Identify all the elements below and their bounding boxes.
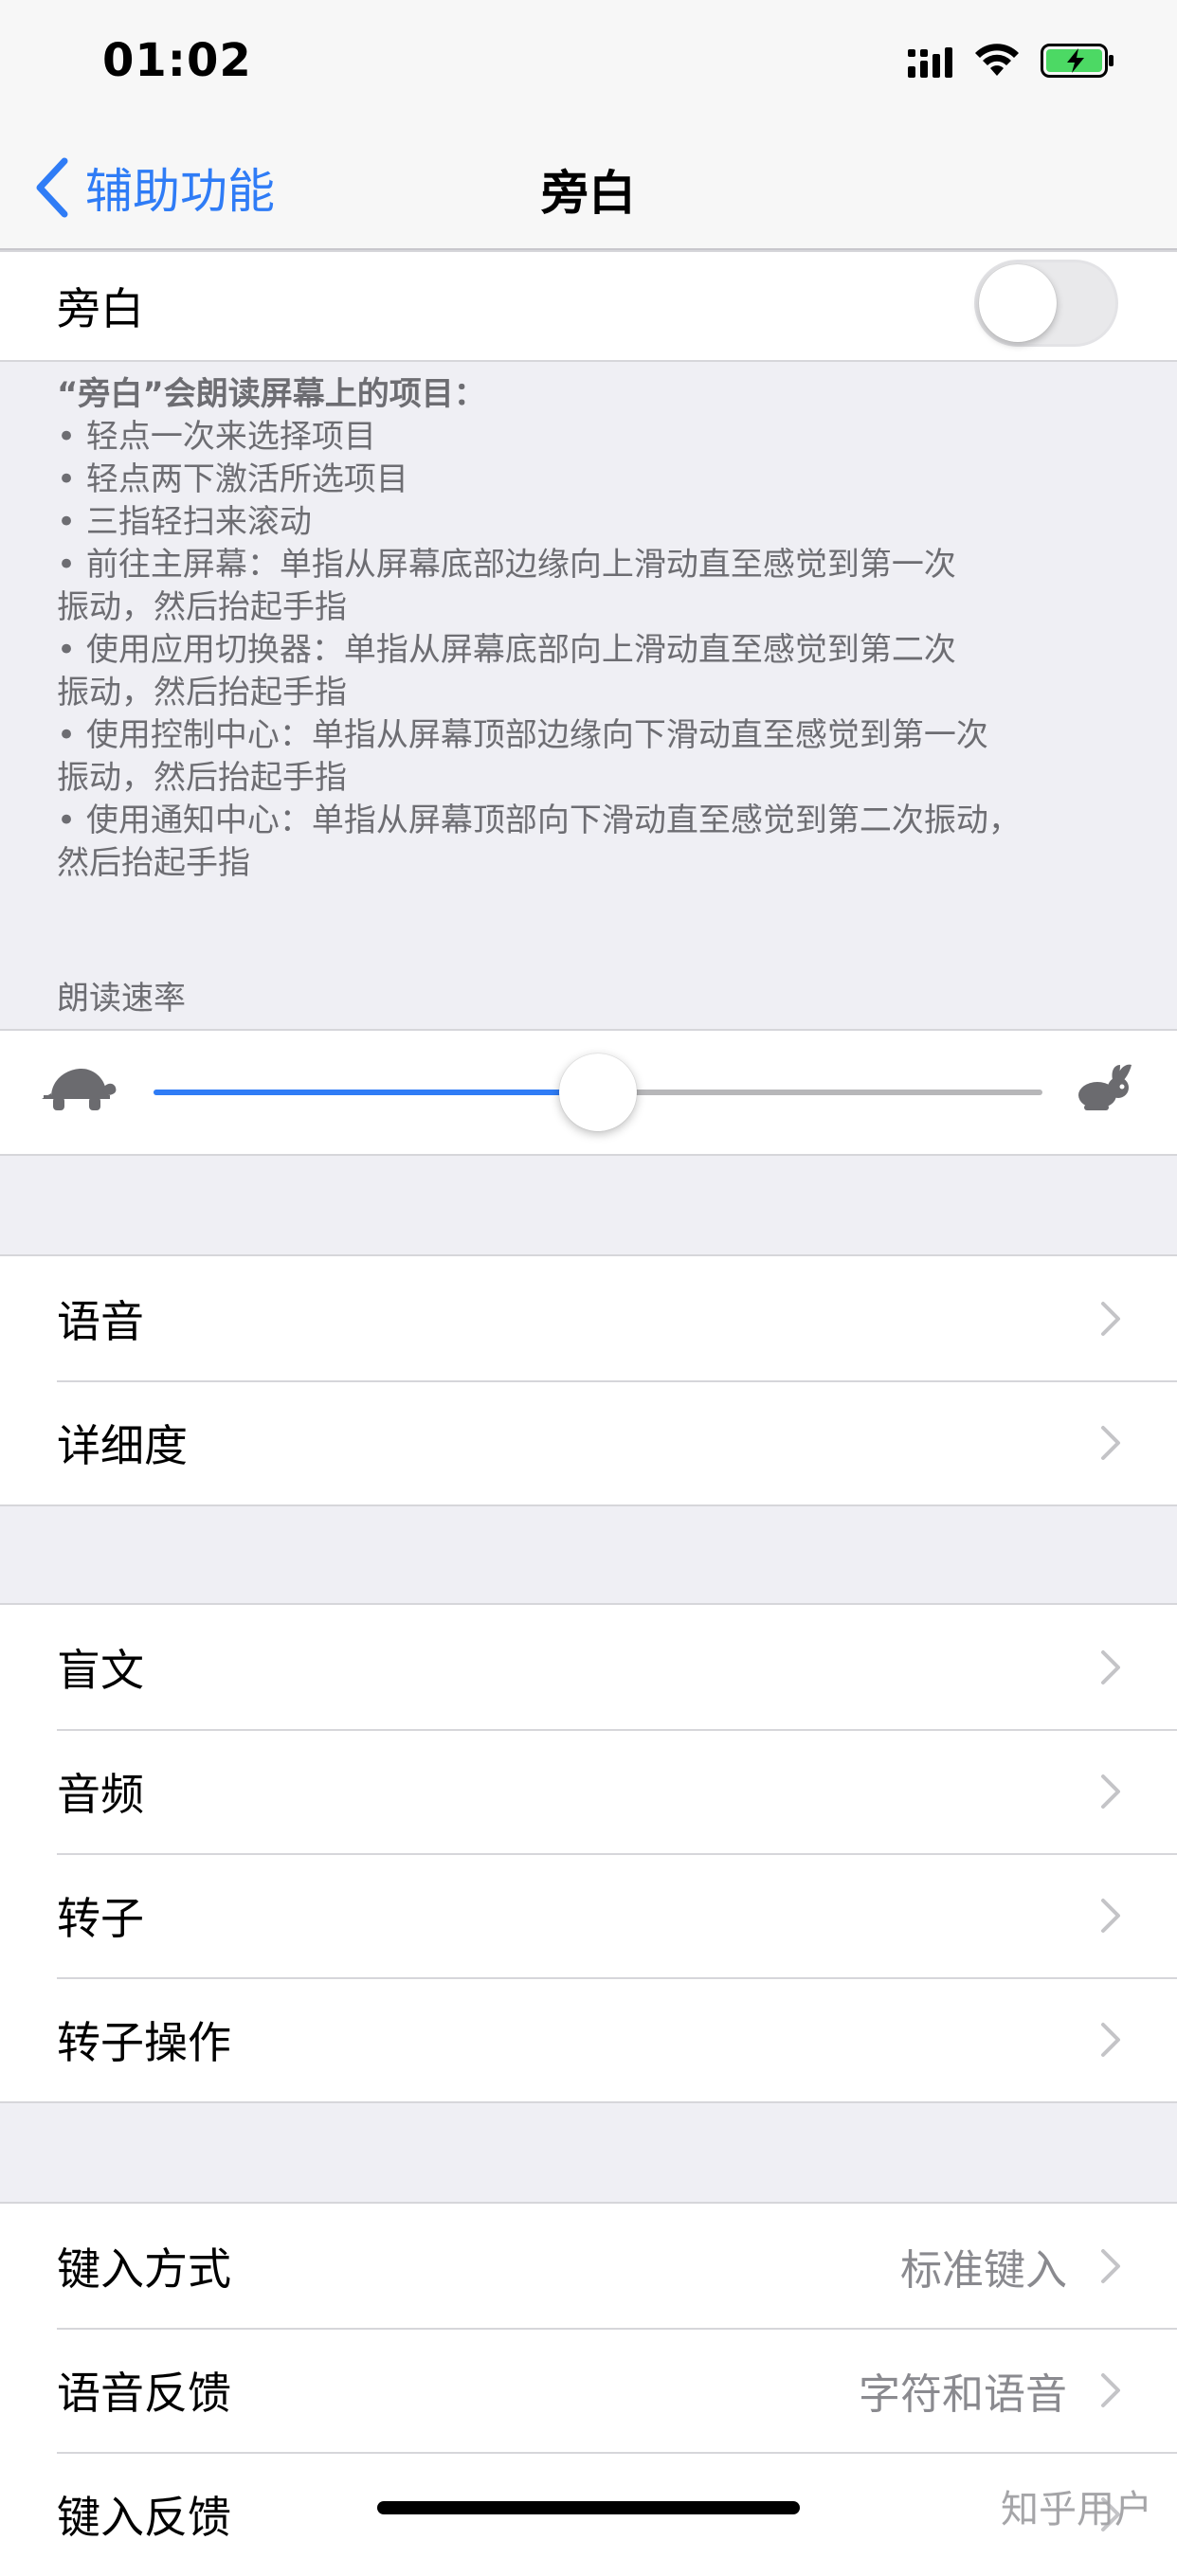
description-item: • 轻点两下激活所选项目 (57, 460, 408, 498)
row-label: 语音反馈 (57, 2367, 231, 2419)
row-label: 转子 (57, 1892, 144, 1944)
list-item-rotor[interactable]: 转子 (0, 1853, 1177, 1977)
chevron-right-icon (1101, 1898, 1120, 1933)
chevron-right-icon (1101, 1425, 1120, 1460)
wifi-icon (975, 44, 1019, 76)
description-item: • 使用通知中心：单指从屏幕顶部向下滑动直至感觉到第二次振动， 然后抬起手指 (57, 802, 1021, 882)
row-label: 键入反馈 (57, 2491, 231, 2543)
description-item: • 轻点一次来选择项目 (57, 418, 376, 456)
watermark: 知乎用户 (1001, 2488, 1152, 2531)
list-item-verbosity[interactable]: 详细度 (0, 1380, 1177, 1504)
list-item-braille[interactable]: 盲文 (0, 1605, 1177, 1729)
row-label: 详细度 (57, 1419, 188, 1471)
voiceover-row[interactable]: 旁白 (0, 252, 1177, 360)
voiceover-label: 旁白 (57, 283, 144, 334)
signal-icon (908, 47, 952, 78)
chevron-right-icon (1101, 1774, 1120, 1809)
list-item-rotor-actions[interactable]: 转子操作 (0, 1977, 1177, 2101)
speaking-rate-slider-row (0, 1029, 1177, 1156)
description-intro: “旁白”会朗读屏幕上的项目： (57, 375, 486, 413)
list-item-typing-style[interactable]: 键入方式 标准键入 (0, 2204, 1177, 2328)
row-label: 音频 (57, 1768, 144, 1820)
speaking-rate-header: 朗读速率 (57, 980, 186, 1018)
page-title: 旁白 (541, 166, 636, 221)
row-label: 键入方式 (57, 2243, 231, 2295)
list-item-speech-feedback[interactable]: 语音反馈 字符和语音 (0, 2328, 1177, 2452)
voiceover-toggle[interactable] (974, 260, 1118, 347)
row-label: 转子操作 (57, 2016, 231, 2068)
chevron-right-icon (1101, 2372, 1120, 2407)
list-item-audio[interactable]: 音频 (0, 1729, 1177, 1853)
row-label: 盲文 (57, 1644, 144, 1696)
voiceover-description: “旁白”会朗读屏幕上的项目： • 轻点一次来选择项目 • 轻点两下激活所选项目 … (57, 373, 1118, 885)
description-item: • 三指轻扫来滚动 (57, 503, 312, 541)
rabbit-icon (1078, 1064, 1132, 1110)
list-item-voice[interactable]: 语音 (0, 1256, 1177, 1380)
turtle-icon (42, 1069, 117, 1110)
row-value: 标准键入 (900, 2245, 1067, 2295)
row-label: 语音 (57, 1295, 144, 1347)
slider-fill (154, 1090, 598, 1095)
status-time: 01:02 (102, 34, 252, 87)
chevron-right-icon (1101, 2022, 1120, 2057)
chevron-right-icon (1101, 1301, 1120, 1336)
description-item: • 使用控制中心：单指从屏幕顶部边缘向下滑动直至感觉到第一次 振动，然后抬起手指 (57, 716, 988, 797)
row-value: 字符和语音 (859, 2369, 1067, 2419)
status-bar: 01:02 (0, 0, 1177, 125)
speaking-rate-slider[interactable] (154, 1054, 1042, 1131)
battery-charging-icon (1041, 44, 1114, 78)
settings-group-2: 盲文 音频 转子 转子操作 (0, 1603, 1177, 2103)
home-indicator[interactable] (377, 2501, 800, 2514)
settings-group-1: 语音 详细度 (0, 1254, 1177, 1506)
toggle-knob (979, 264, 1057, 342)
description-item: • 前往主屏幕：单指从屏幕底部边缘向上滑动直至感觉到第一次 振动，然后抬起手指 (57, 546, 956, 626)
chevron-right-icon (1101, 1649, 1120, 1684)
voiceover-group: 旁白 (0, 250, 1177, 362)
slider-thumb[interactable] (559, 1054, 637, 1131)
description-item: • 使用应用切换器：单指从屏幕底部向上滑动直至感觉到第二次 振动，然后抬起手指 (57, 631, 956, 712)
navigation-bar: 辅助功能 旁白 (0, 125, 1177, 250)
chevron-right-icon (1101, 2248, 1120, 2283)
